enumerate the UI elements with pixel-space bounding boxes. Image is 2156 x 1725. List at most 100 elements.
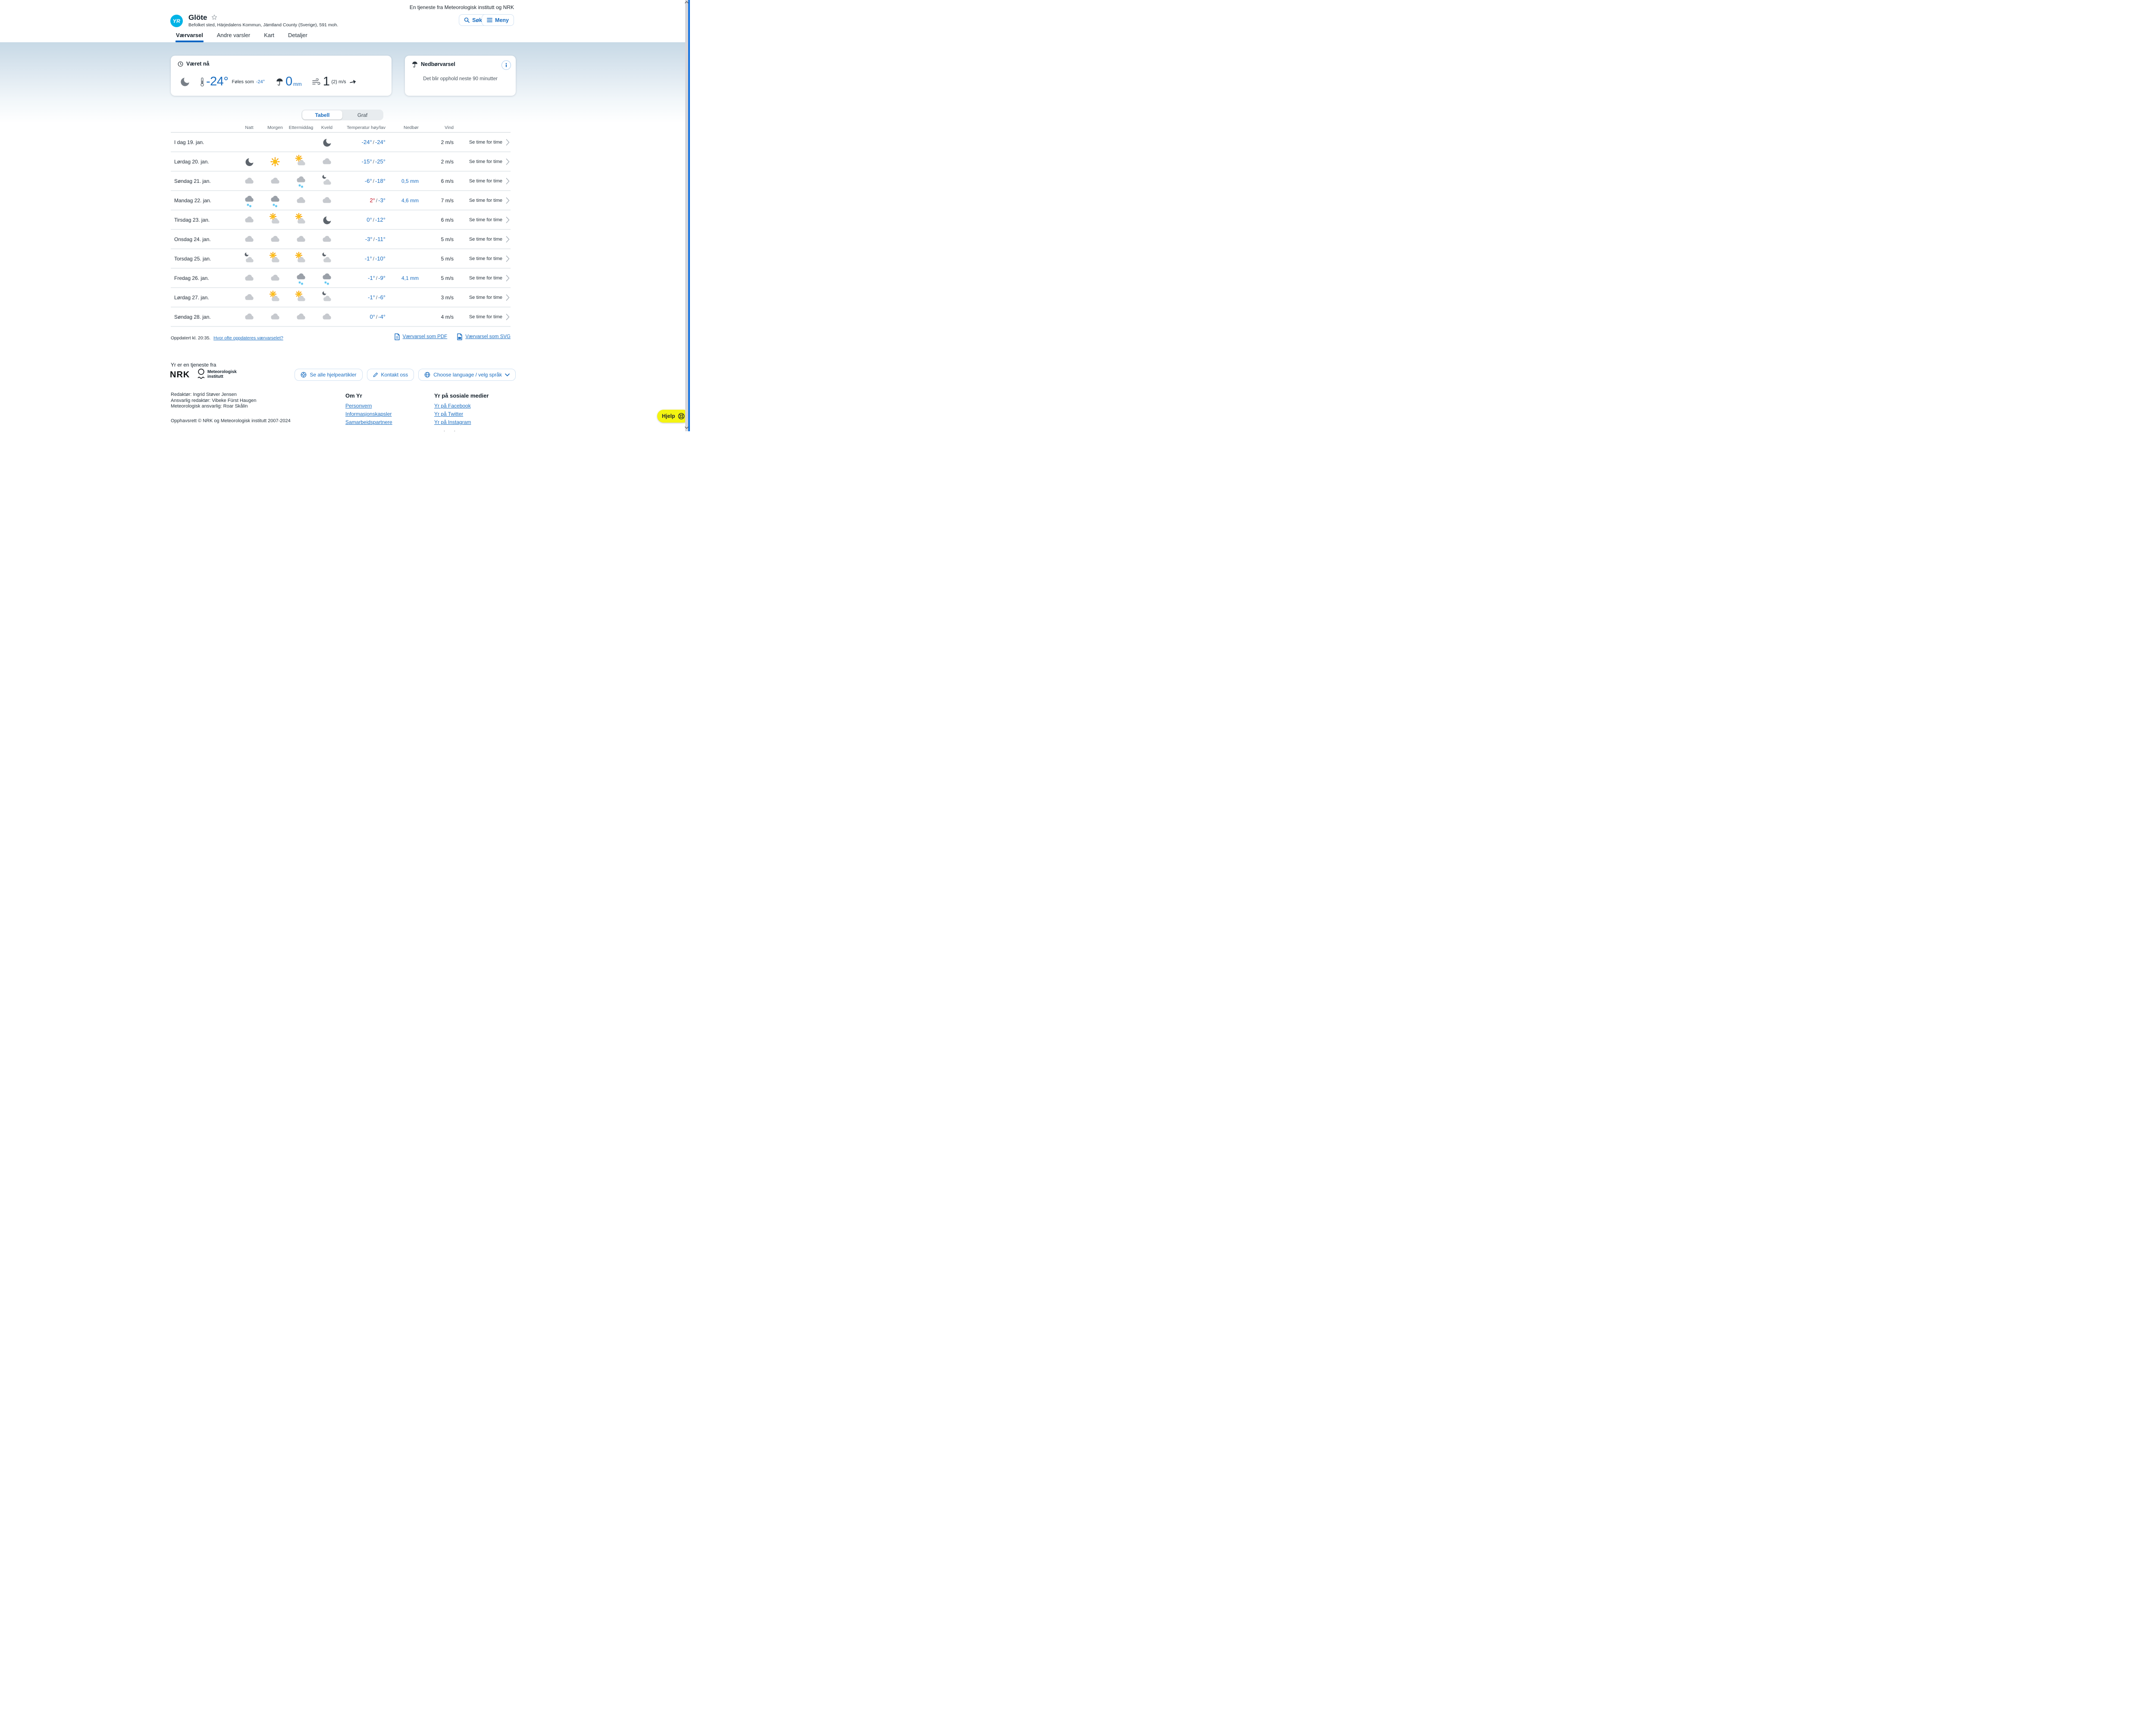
about-heading: Om Yr [345,392,362,399]
tab-detaljer[interactable]: Detaljer [288,30,308,42]
favorite-star-icon[interactable] [211,14,217,20]
info-button[interactable] [501,60,511,70]
social-heading: Yr på sosiale medier [434,392,489,399]
svg-export-link[interactable]: Værvarsel som SVG [457,333,511,340]
weather-icon-morning [262,251,288,266]
yr-weather-page: En tjeneste fra Meteorologisk institutt … [0,0,690,431]
forecast-row[interactable]: Onsdag 24. jan. -3° / -11° 5 m/s Se time f… [171,230,511,249]
weather-icon-evening [314,290,340,305]
see-hour-by-hour-link[interactable]: Se time for time [459,255,511,262]
weather-icon-afternoon [288,251,314,266]
chevron-right-icon [506,139,510,146]
umbrella-icon [412,61,418,68]
wind-gust: (2) m/s [331,79,346,85]
see-hour-by-hour-link[interactable]: Se time for time [459,216,511,223]
weather-icon-morning [262,232,288,247]
precipitation-value: 4,6 mm [401,197,419,204]
weather-icon-evening [314,251,340,266]
link-personvern[interactable]: Personvern [345,403,427,409]
temperature-high-low: -1° / -10° [364,255,385,262]
weather-icon-night [236,154,262,169]
link-twitter[interactable]: Yr på Twitter [434,411,516,417]
weather-icon-night [236,232,262,247]
scrollbar-track[interactable] [685,0,688,431]
see-hour-by-hour-link[interactable]: Se time for time [459,197,511,204]
see-hour-by-hour-link[interactable]: Se time for time [459,236,511,243]
forecast-row[interactable]: I dag 19. jan. -24° / -24° 2 m/s Se time f… [171,133,511,152]
help-fab-button[interactable]: Hjelp [657,410,689,423]
weather-icon-afternoon [288,232,314,247]
see-hour-by-hour-link[interactable]: Se time for time [459,294,511,301]
link-instagram[interactable]: Yr på Instagram [434,419,516,425]
weather-icon-evening [314,193,340,208]
col-ettermiddag: Ettermiddag [288,125,313,130]
link-samarbeidspartnere[interactable]: Samarbeidspartnere [345,419,427,425]
forecast-row[interactable]: Lørdag 27. jan. -1° / -6° 3 m/s Se time fo… [171,288,511,307]
current-weather-card: Været nå -24° Føles som -24° 0 mm 1 (2) … [171,56,392,96]
scroll-up-icon[interactable] [685,1,689,4]
chevron-right-icon [506,178,510,185]
see-hour-by-hour-link[interactable]: Se time for time [459,275,511,282]
nrk-logo[interactable]: NRK [170,370,190,380]
forecast-row[interactable]: Fredag 26. jan. -1° / -9° 4,1 mm 5 m/s Se … [171,269,511,288]
moon-icon [179,76,191,88]
footer-buttons: Se alle hjelpeartikler Kontakt oss Choos… [295,369,516,381]
contact-button[interactable]: Kontakt oss [367,369,414,381]
footer-column-about: Om Yr Personvern Informasjonskapsler Sam… [345,392,427,431]
current-wind: 1 [323,75,330,88]
met-institute-logo[interactable]: Meteorologisk institutt [197,368,237,380]
yr-logo[interactable]: YR [170,15,183,27]
weather-icon-evening [314,135,340,150]
hamburger-icon [487,18,492,22]
link-facebook[interactable]: Yr på Facebook [434,403,516,409]
pdf-export-link[interactable]: Værvarsel som PDF [394,333,447,340]
weather-icon-afternoon [288,271,314,285]
see-hour-by-hour-link[interactable]: Se time for time [459,158,511,165]
weather-icon-evening [314,174,340,188]
language-button[interactable]: Choose language / velg språk [418,369,516,381]
chevron-right-icon [506,216,510,223]
chevron-right-icon [506,236,510,243]
scroll-down-icon[interactable] [685,427,689,430]
wind-value: 5 m/s [441,255,454,262]
weather-icon-morning [262,154,288,169]
forecast-row[interactable]: Søndag 21. jan. -6° / -18° 0,5 mm 6 m/s Se… [171,172,511,191]
weather-icon-morning [262,174,288,188]
see-hour-by-hour-link[interactable]: Se time for time [459,314,511,320]
toggle-tabell[interactable]: Tabell [302,110,342,119]
forecast-day-label: Onsdag 24. jan. [174,236,211,242]
forecast-row[interactable]: Søndag 28. jan. 0° / -4° 4 m/s Se time for… [171,307,511,327]
menu-button[interactable]: Meny [482,14,514,26]
temperature-high-low: -1° / -6° [368,294,385,301]
forecast-row[interactable]: Lørdag 20. jan. -15° / -25° 2 m/s Se time … [171,152,511,172]
weather-icon-night [236,271,262,285]
forecast-row[interactable]: Tirsdag 23. jan. 0° / -12° 6 m/s Se time f… [171,210,511,230]
wind-value: 6 m/s [441,178,454,184]
forecast-row[interactable]: Mandag 22. jan. 2° / -3° 4,6 mm 7 m/s Se t… [171,191,511,210]
updated-time: Oppdatert kl. 20:35. [171,336,211,341]
forecast-day-label: Torsdag 25. jan. [174,255,211,262]
see-hour-by-hour-link[interactable]: Se time for time [459,178,511,185]
pencil-icon [373,372,378,377]
credit-line: Ansvarlig redaktør: Vibeke Fürst Haugen [171,398,257,403]
tab-vaervarsel[interactable]: Værvarsel [175,30,204,42]
col-temperatur: Temperatur høy/lav [347,125,385,130]
forecast-day-label: Søndag 21. jan. [174,178,211,184]
weather-icon-night [236,251,262,266]
link-informasjonskapsler[interactable]: Informasjonskapsler [345,411,427,417]
scrollbar-thumb[interactable] [688,0,690,431]
weather-icon-night [236,290,262,305]
tab-kart[interactable]: Kart [263,30,275,42]
svg-file-icon [457,333,463,340]
weather-icon-morning [262,213,288,227]
copyright-text: Opphavsrett © NRK og Meteorologisk insti… [171,418,291,423]
forecast-row[interactable]: Torsdag 25. jan. -1° / -10° 5 m/s Se time … [171,249,511,269]
see-hour-by-hour-link[interactable]: Se time for time [459,139,511,146]
chevron-right-icon [506,314,510,320]
globe-icon [424,372,430,378]
weather-icon-evening [314,154,340,169]
help-articles-button[interactable]: Se alle hjelpeartikler [295,369,363,381]
tab-andre-varsler[interactable]: Andre varsler [216,30,251,42]
update-frequency-link[interactable]: Hvor ofte oppdateres værvarselet? [213,336,283,341]
toggle-graf[interactable]: Graf [342,110,382,119]
